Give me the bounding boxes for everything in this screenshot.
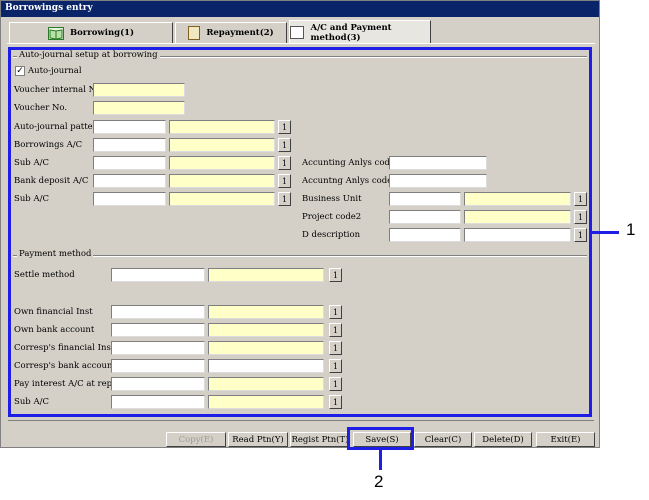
auto-journal-pattern-label: Auto-journal pattern [14,122,103,132]
auto-journal-pattern-search-button[interactable]: 1 [278,120,291,134]
save-highlight-box [347,427,414,450]
corresp-bank-account-label: Corresp's bank account [14,361,116,371]
read-ptn-button[interactable]: Read Ptn(Y) [228,432,288,447]
d-description-code[interactable] [389,228,461,242]
clear-button[interactable]: Clear(C) [414,432,472,447]
corresp-financial-inst-label: Corresp's financial Inst [14,343,115,353]
panel-callout-line [591,231,619,234]
tab-divider [7,43,595,44]
own-financial-inst-name[interactable] [208,305,324,319]
settle-method-code[interactable] [111,268,205,282]
accounting-anlys-code1-field[interactable] [389,156,487,170]
bank-deposit-ac-search-button[interactable]: 1 [278,174,291,188]
borrowings-ac-name[interactable] [169,138,275,152]
bank-deposit-ac-label: Bank deposit A/C [14,176,89,186]
pay-interest-ac-search-button[interactable]: 1 [329,377,342,391]
tab-repayment[interactable]: Repayment(2) [175,22,287,43]
window-title: Borrowings entry [1,1,599,17]
d-description-label: D description [302,230,361,240]
tab-ac-payment-method[interactable]: A/C and Payment method(3) [289,20,431,44]
corresp-bank-account-search-button[interactable]: 1 [329,359,342,373]
corresp-financial-inst-name[interactable] [208,341,324,355]
borrowings-ac-code[interactable] [93,138,166,152]
ledger-icon [290,26,305,39]
sub-ac-2-label: Sub A/C [14,194,49,204]
payment-method-group-border [13,255,587,257]
own-bank-account-label: Own bank account [14,325,95,335]
own-bank-account-code[interactable] [111,323,205,337]
d-description-search-button[interactable]: 1 [574,228,587,242]
sub-ac-2-name[interactable] [169,192,275,206]
own-financial-inst-search-button[interactable]: 1 [329,305,342,319]
own-financial-inst-label: Own financial Inst [14,307,93,317]
corresp-bank-account-name[interactable] [208,359,324,373]
project-code2-label: Project code2 [302,212,362,222]
tab-borrowing-label: Borrowing(1) [69,28,135,38]
voucher-no-label: Voucher No. [14,103,68,113]
status-divider [8,420,594,428]
payment-method-group-title: Payment method [17,249,94,259]
auto-journal-checkbox-label: Auto-journal [28,66,82,76]
delete-button[interactable]: Delete(D) [474,432,532,447]
corresp-financial-inst-code[interactable] [111,341,205,355]
document-icon [188,26,201,40]
auto-journal-pattern-name[interactable] [169,120,275,134]
content-panel: Auto-journal setup at borrowing ✓ Auto-j… [8,47,592,417]
project-code2-code[interactable] [389,210,461,224]
corresp-bank-account-code[interactable] [111,359,205,373]
auto-journal-checkbox[interactable]: ✓ [15,66,25,76]
auto-journal-pattern-code[interactable] [93,120,166,134]
pay-interest-ac-name[interactable] [208,377,324,391]
borrowings-entry-window: Borrowings entry Borrowing(1) Repayment(… [0,0,600,448]
project-code2-search-button[interactable]: 1 [574,210,587,224]
regist-ptn-button[interactable]: Regist Ptn(T) [290,432,350,447]
d-description-name[interactable] [464,228,571,242]
own-financial-inst-code[interactable] [111,305,205,319]
payment-sub-ac-search-button[interactable]: 1 [329,395,342,409]
business-unit-search-button[interactable]: 1 [574,192,587,206]
borrowings-ac-search-button[interactable]: 1 [278,138,291,152]
settle-method-name[interactable] [208,268,324,282]
bank-deposit-ac-name[interactable] [169,174,275,188]
pay-interest-ac-label: Pay interest A/C at repay [14,379,122,389]
accounting-anlys-code2-field[interactable] [389,174,487,188]
sub-ac-2-code[interactable] [93,192,166,206]
sub-ac-name[interactable] [169,156,275,170]
exit-button[interactable]: Exit(E) [536,432,595,447]
own-bank-account-search-button[interactable]: 1 [329,323,342,337]
bank-deposit-ac-code[interactable] [93,174,166,188]
auto-journal-group-title: Auto-journal setup at borrowing [17,50,160,60]
project-code2-name[interactable] [464,210,571,224]
copy-button[interactable]: Copy(E) [166,432,226,447]
voucher-no-field[interactable] [93,101,185,115]
save-callout-number: 2 [374,472,384,491]
tab-repayment-label: Repayment(2) [206,28,274,38]
accounting-anlys-code2-label: Accuntng Anlys code2 [302,176,398,186]
business-unit-code[interactable] [389,192,461,206]
payment-sub-ac-name[interactable] [208,395,324,409]
sub-ac-search-button[interactable]: 1 [278,156,291,170]
business-unit-label: Business Unit [302,194,362,204]
sub-ac-2-search-button[interactable]: 1 [278,192,291,206]
payment-sub-ac-code[interactable] [111,395,205,409]
sub-ac-label: Sub A/C [14,158,49,168]
borrowings-ac-label: Borrowings A/C [14,140,83,150]
corresp-financial-inst-search-button[interactable]: 1 [329,341,342,355]
accounting-anlys-code1-label: Accunting Anlys code1 [302,158,401,168]
payment-sub-ac-label: Sub A/C [14,397,49,407]
settle-method-search-button[interactable]: 1 [329,268,342,282]
panel-callout-number: 1 [626,220,636,239]
tab-ac-payment-method-label: A/C and Payment method(3) [310,22,392,43]
voucher-internal-no-field[interactable] [93,83,185,97]
tab-borrowing[interactable]: Borrowing(1) [9,22,173,43]
book-icon [47,26,64,40]
business-unit-name[interactable] [464,192,571,206]
sub-ac-code[interactable] [93,156,166,170]
own-bank-account-name[interactable] [208,323,324,337]
pay-interest-ac-code[interactable] [111,377,205,391]
save-callout-line [379,450,382,470]
voucher-internal-no-label: Voucher internal No. [14,85,104,95]
settle-method-label: Settle method [14,270,75,280]
